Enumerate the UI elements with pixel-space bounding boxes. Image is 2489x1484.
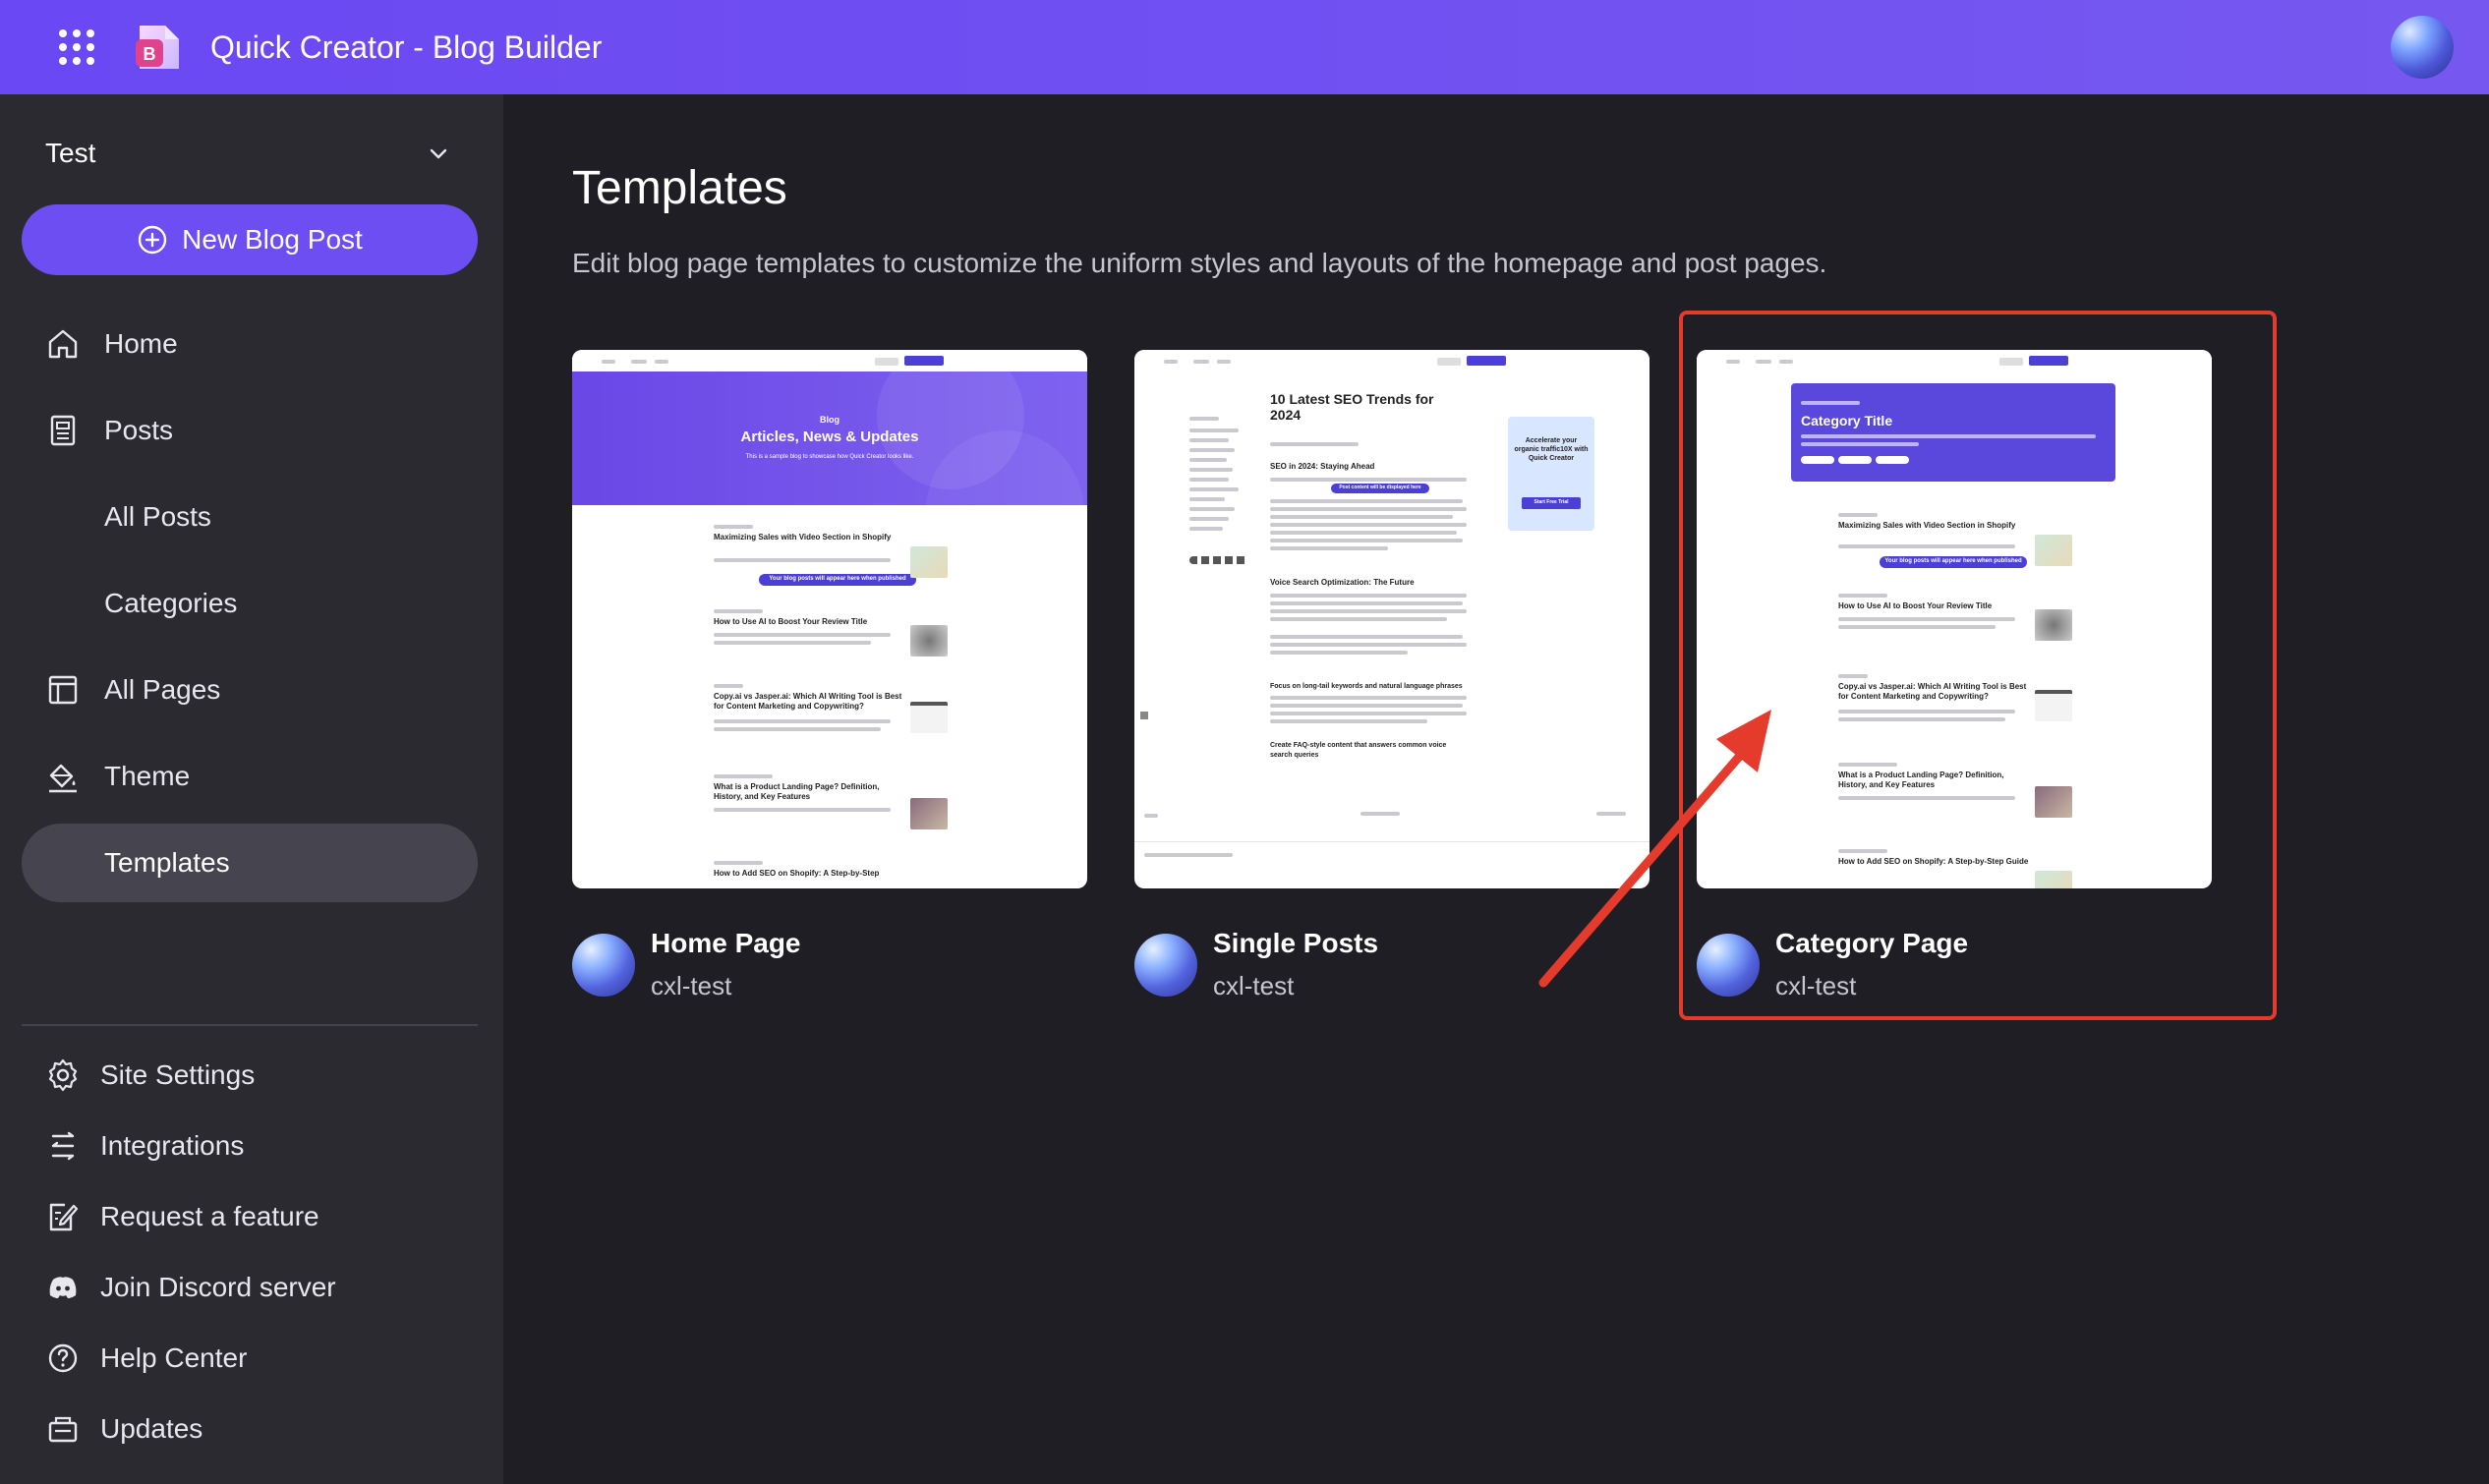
template-preview-home-page[interactable]: Blog Articles, News & Updates This is a … (572, 350, 1087, 888)
sidebar: Test New Blog Post Home Posts All Posts … (0, 94, 503, 1484)
sidebar-item-label: Integrations (100, 1130, 245, 1161)
updates-icon (48, 1416, 78, 1443)
document-icon (50, 415, 76, 446)
sidebar-item-label: Help Center (100, 1342, 248, 1373)
home-icon (48, 329, 78, 359)
preview-nav (1134, 350, 1650, 371)
preview-hero: Blog Articles, News & Updates This is a … (572, 371, 1087, 505)
sidebar-item-site-settings[interactable]: Site Settings (22, 1036, 478, 1114)
sidebar-item-theme[interactable]: Theme (22, 737, 478, 816)
help-icon (48, 1343, 78, 1373)
sidebar-item-label: Join Discord server (100, 1272, 336, 1302)
annotation-arrow-icon (1538, 710, 1771, 988)
sidebar-item-label: Request a feature (100, 1201, 319, 1231)
app-title: Quick Creator - Blog Builder (210, 29, 603, 65)
page-title: Templates (572, 162, 787, 214)
sidebar-item-label: Theme (104, 761, 191, 791)
template-name[interactable]: Home Page (651, 928, 801, 959)
svg-text:B: B (144, 44, 156, 64)
sidebar-item-home[interactable]: Home (22, 305, 478, 383)
sidebar-item-updates[interactable]: Updates (22, 1390, 478, 1468)
sidebar-item-integrations[interactable]: Integrations (22, 1107, 478, 1185)
template-card-home-page: Blog Articles, News & Updates This is a … (572, 350, 1087, 1006)
user-avatar[interactable] (2391, 16, 2454, 79)
preview-cta: Accelerate your organic traffic10X with … (1508, 417, 1594, 531)
app-logo-icon: B (136, 26, 179, 69)
layout-icon (48, 675, 78, 705)
template-name[interactable]: Single Posts (1213, 928, 1378, 959)
discord-icon (49, 1277, 77, 1298)
owner-avatar (572, 934, 635, 997)
sidebar-item-label: All Posts (104, 501, 211, 532)
page-description: Edit blog page templates to customize th… (572, 248, 1827, 278)
sidebar-divider (22, 1024, 478, 1026)
preview-nav (572, 350, 1087, 371)
template-owner: cxl-test (651, 971, 732, 1000)
sidebar-item-help-center[interactable]: Help Center (22, 1319, 478, 1398)
owner-avatar (1134, 934, 1197, 997)
sidebar-item-all-pages[interactable]: All Pages (22, 651, 478, 729)
sidebar-item-categories[interactable]: Categories (22, 564, 478, 643)
sidebar-item-label: Posts (104, 415, 174, 445)
paint-bucket-icon (49, 764, 77, 793)
sidebar-item-label: Categories (104, 588, 238, 618)
sidebar-item-all-posts[interactable]: All Posts (22, 478, 478, 556)
template-owner: cxl-test (1213, 971, 1295, 1000)
plus-circle-icon (138, 225, 167, 255)
workspace-name: Test (45, 138, 96, 168)
sidebar-item-label: All Pages (104, 674, 221, 705)
new-blog-post-button[interactable]: New Blog Post (22, 204, 478, 275)
top-bar: B Quick Creator - Blog Builder (0, 0, 2489, 94)
gear-icon (48, 1058, 78, 1092)
template-meta: Home Page cxl-test (572, 928, 1087, 1006)
sidebar-item-posts[interactable]: Posts (22, 391, 478, 470)
workspace-selector[interactable]: Test (22, 124, 474, 183)
sidebar-item-label: Updates (100, 1413, 203, 1444)
sidebar-item-discord[interactable]: Join Discord server (22, 1248, 478, 1327)
sidebar-item-templates[interactable]: Templates (22, 824, 478, 902)
new-blog-post-label: New Blog Post (182, 224, 363, 255)
sidebar-item-label: Templates (104, 847, 230, 878)
edit-icon (49, 1203, 79, 1231)
sidebar-item-label: Site Settings (100, 1059, 256, 1090)
apps-grid-icon[interactable] (55, 26, 98, 69)
chevron-down-icon (430, 148, 447, 159)
sidebar-item-label: Home (104, 328, 178, 359)
integrations-icon (51, 1131, 75, 1161)
sidebar-item-request-feature[interactable]: Request a feature (22, 1177, 478, 1256)
